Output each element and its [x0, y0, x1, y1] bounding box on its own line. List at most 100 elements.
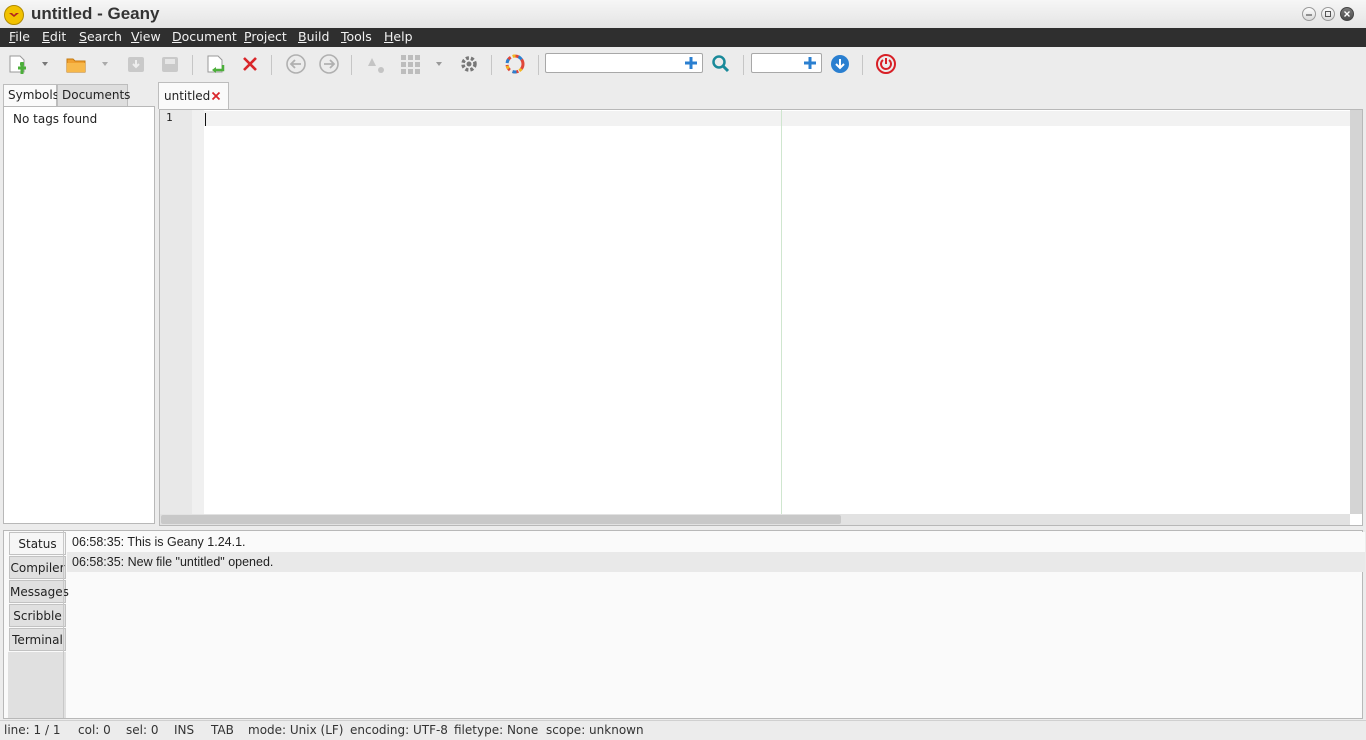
no-tags-text: No tags found	[13, 112, 98, 126]
maximize-button[interactable]	[1321, 7, 1335, 21]
line-number-gutter: 1	[160, 110, 192, 514]
editor-area[interactable]: 1	[159, 109, 1363, 526]
tab-compiler[interactable]: Compiler	[9, 556, 66, 579]
close-icon	[243, 57, 257, 71]
document-tab-untitled[interactable]: untitled	[158, 82, 229, 109]
tab-documents[interactable]: Documents	[57, 84, 130, 106]
tab-divider	[63, 531, 64, 718]
tab-symbols[interactable]: Symbols	[3, 84, 59, 106]
close-window-button[interactable]	[1340, 7, 1354, 21]
back-icon	[286, 54, 306, 74]
long-line-marker	[781, 110, 782, 514]
toolbar	[0, 47, 1366, 81]
goto-line-icon	[831, 55, 849, 73]
message-window: Status Compiler Messages Scribble Termin…	[3, 530, 1365, 719]
text-cursor	[205, 113, 206, 126]
open-file-button[interactable]	[63, 52, 89, 76]
fold-margin[interactable]	[192, 110, 204, 514]
toolbar-separator	[538, 55, 539, 75]
line-number: 1	[166, 111, 173, 124]
status-indent-mode: TAB	[211, 723, 234, 737]
compile-icon	[368, 58, 384, 73]
build-icon	[401, 55, 420, 74]
search-input[interactable]	[545, 53, 703, 73]
menu-edit[interactable]: Edit	[42, 29, 66, 44]
status-column: col: 0	[78, 723, 111, 737]
run-button[interactable]	[456, 52, 482, 76]
tab-strip-filler	[8, 652, 66, 718]
tab-scribble[interactable]: Scribble	[9, 604, 66, 627]
quit-icon	[876, 54, 896, 74]
menu-search[interactable]: Search	[79, 29, 122, 44]
menu-file[interactable]: File	[9, 29, 30, 44]
recent-files-dropdown[interactable]	[98, 52, 112, 76]
run-icon	[461, 56, 477, 72]
chevron-down-icon	[102, 62, 108, 66]
status-line-count: line: 1 / 1	[4, 723, 61, 737]
tab-status[interactable]: Status	[9, 532, 66, 555]
status-filetype: filetype: None	[454, 723, 539, 737]
toolbar-separator	[271, 55, 272, 75]
new-file-icon	[9, 55, 26, 74]
vertical-scrollbar[interactable]	[1350, 110, 1362, 514]
clear-icon[interactable]	[803, 56, 817, 70]
menu-view[interactable]: View	[131, 29, 161, 44]
symbols-panel: No tags found	[3, 106, 155, 524]
minimize-button[interactable]	[1302, 7, 1316, 21]
status-encoding: encoding: UTF-8	[350, 723, 448, 737]
quit-button[interactable]	[873, 52, 899, 76]
color-chooser-button[interactable]	[502, 52, 528, 76]
current-line-highlight	[204, 111, 1350, 126]
goto-line-input[interactable]	[751, 53, 822, 73]
status-selection: sel: 0	[126, 723, 159, 737]
chevron-down-icon	[42, 62, 48, 66]
status-eol-mode: mode: Unix (LF)	[248, 723, 344, 737]
revert-button[interactable]	[203, 52, 229, 76]
goto-line-button[interactable]	[827, 52, 853, 76]
horizontal-scrollbar-thumb[interactable]	[161, 515, 841, 524]
status-bar: line: 1 / 1 col: 0 sel: 0 INS TAB mode: …	[0, 720, 1366, 740]
toolbar-separator	[743, 55, 744, 75]
toolbar-separator	[192, 55, 193, 75]
window-title: untitled - Geany	[31, 4, 160, 23]
chevron-down-icon	[436, 62, 442, 66]
status-line: 06:58:35: This is Geany 1.24.1.	[67, 532, 1365, 552]
tab-terminal[interactable]: Terminal	[9, 628, 66, 651]
clear-icon[interactable]	[684, 56, 698, 70]
build-button[interactable]	[398, 52, 424, 76]
tab-messages[interactable]: Messages	[9, 580, 69, 603]
status-scope: scope: unknown	[546, 723, 644, 737]
toolbar-separator	[862, 55, 863, 75]
document-tab-label: untitled	[164, 89, 211, 103]
title-bar: untitled - Geany	[0, 0, 1366, 29]
color-chooser-icon	[505, 54, 525, 74]
geany-app-icon[interactable]	[4, 5, 24, 25]
new-from-template-dropdown[interactable]	[38, 52, 52, 76]
new-file-button[interactable]	[6, 52, 32, 76]
close-document-button[interactable]	[237, 52, 263, 76]
save-icon	[128, 57, 144, 72]
menu-help[interactable]: Help	[384, 29, 413, 44]
open-file-icon	[66, 58, 86, 73]
toolbar-separator	[491, 55, 492, 75]
forward-icon	[319, 54, 339, 74]
navigate-forward-button[interactable]	[316, 52, 342, 76]
menu-build[interactable]: Build	[298, 29, 329, 44]
menu-bar: File Edit Search View Document Project B…	[0, 28, 1366, 47]
save-all-button[interactable]	[157, 52, 183, 76]
compile-button[interactable]	[362, 52, 388, 76]
save-all-icon	[162, 57, 178, 72]
close-tab-icon[interactable]	[211, 91, 221, 101]
search-icon	[712, 55, 730, 73]
save-button[interactable]	[123, 52, 149, 76]
navigate-back-button[interactable]	[283, 52, 309, 76]
menu-tools[interactable]: Tools	[341, 29, 372, 44]
build-dropdown[interactable]	[432, 52, 446, 76]
status-insert-mode: INS	[174, 723, 195, 737]
search-button[interactable]	[708, 52, 734, 76]
toolbar-separator	[351, 55, 352, 75]
status-line: 06:58:35: New file "untitled" opened.	[67, 552, 1365, 572]
menu-project[interactable]: Project	[244, 29, 287, 44]
menu-document[interactable]: Document	[172, 29, 237, 44]
revert-icon	[207, 55, 225, 73]
